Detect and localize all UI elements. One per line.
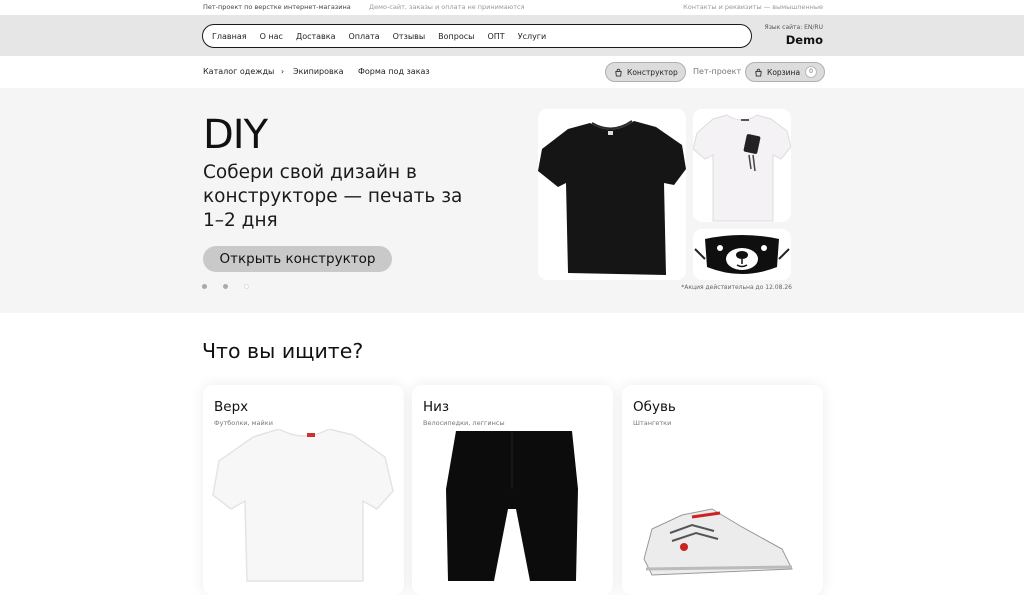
category-card-bottoms[interactable]: Низ Велосипедки, леггинсы: [412, 385, 613, 595]
nav-item-wholesale[interactable]: ОПТ: [487, 32, 504, 41]
nav-item-about[interactable]: О нас: [260, 32, 283, 41]
sub-nav: Каталог одежды › Экипировка Форма под за…: [0, 56, 1024, 88]
main-nav-band: Главная О нас Доставка Оплата Отзывы Воп…: [0, 15, 1024, 56]
category-title: Низ: [423, 399, 450, 415]
hero-image-print-tshirt: [693, 109, 791, 222]
category-card-tops[interactable]: Верх Футболки, майки: [203, 385, 404, 595]
slider-dot-3[interactable]: [244, 284, 249, 289]
slider-dot-2[interactable]: [223, 284, 228, 289]
hero-subtitle: Собери свой дизайн в конструкторе — печа…: [203, 162, 463, 231]
promo-note: *Акция действительна до 12.08.26: [681, 284, 792, 291]
nav-item-faq[interactable]: Вопросы: [438, 32, 474, 41]
category-title: Обувь: [633, 399, 676, 415]
catalog-link[interactable]: Каталог одежды ›: [203, 67, 284, 76]
hero-title: DIY: [203, 112, 268, 158]
equipment-link[interactable]: Экипировка: [293, 67, 343, 76]
category-image-sneaker: [643, 508, 793, 576]
brand-logo[interactable]: Demo: [786, 33, 823, 47]
bag-icon: [615, 68, 622, 77]
slider-dots: [202, 284, 265, 289]
nav-item-services[interactable]: Услуги: [518, 32, 547, 41]
uniform-link[interactable]: Форма под заказ: [358, 67, 430, 76]
hero-image-bear-mask: [693, 229, 791, 280]
hero-banner: DIY Собери свой дизайн в конструкторе — …: [0, 88, 1024, 313]
open-constructor-button[interactable]: Открыть конструктор: [203, 246, 392, 272]
category-subtitle: Штангетки: [633, 419, 672, 427]
top-strip: Пет-проект по верстке интернет-магазина …: [0, 0, 1024, 15]
cart-count-badge: 0: [805, 66, 818, 78]
category-subtitle: Велосипедки, леггинсы: [423, 419, 505, 427]
category-image-white-tshirt: [212, 429, 394, 582]
top-strip-contacts-note: Контакты и реквизиты — вымышленные: [683, 3, 823, 11]
nav-item-reviews[interactable]: Отзывы: [393, 32, 426, 41]
category-image-black-leggings: [446, 431, 578, 581]
constructor-button-label: Конструктор: [627, 67, 678, 77]
categories-title: Что вы ищите?: [202, 339, 364, 363]
cart-button-label: Корзина: [767, 67, 801, 77]
nav-item-home[interactable]: Главная: [212, 32, 247, 41]
catalog-link-label: Каталог одежды: [203, 67, 275, 76]
constructor-button[interactable]: Конструктор: [605, 62, 686, 82]
nav-item-delivery[interactable]: Доставка: [296, 32, 336, 41]
category-card-shoes[interactable]: Обувь Штангетки: [622, 385, 823, 595]
category-subtitle: Футболки, майки: [214, 419, 273, 427]
top-strip-project-note: Пет-проект по верстке интернет-магазина: [203, 3, 351, 11]
cart-button[interactable]: Корзина 0: [745, 62, 826, 82]
pet-project-label: Пет-проект: [693, 67, 742, 76]
cart-icon: [755, 68, 762, 77]
top-strip-demo-note: Демо-сайт, заказы и оплата не принимаютс…: [369, 3, 525, 11]
language-switch[interactable]: Язык сайта: EN/RU: [765, 24, 823, 31]
slider-dot-1[interactable]: [202, 284, 207, 289]
hero-image-black-tshirt: [538, 109, 686, 280]
chevron-right-icon: ›: [280, 67, 285, 76]
category-title: Верх: [214, 399, 249, 415]
main-nav: Главная О нас Доставка Оплата Отзывы Воп…: [202, 24, 752, 48]
nav-item-payment[interactable]: Оплата: [349, 32, 380, 41]
